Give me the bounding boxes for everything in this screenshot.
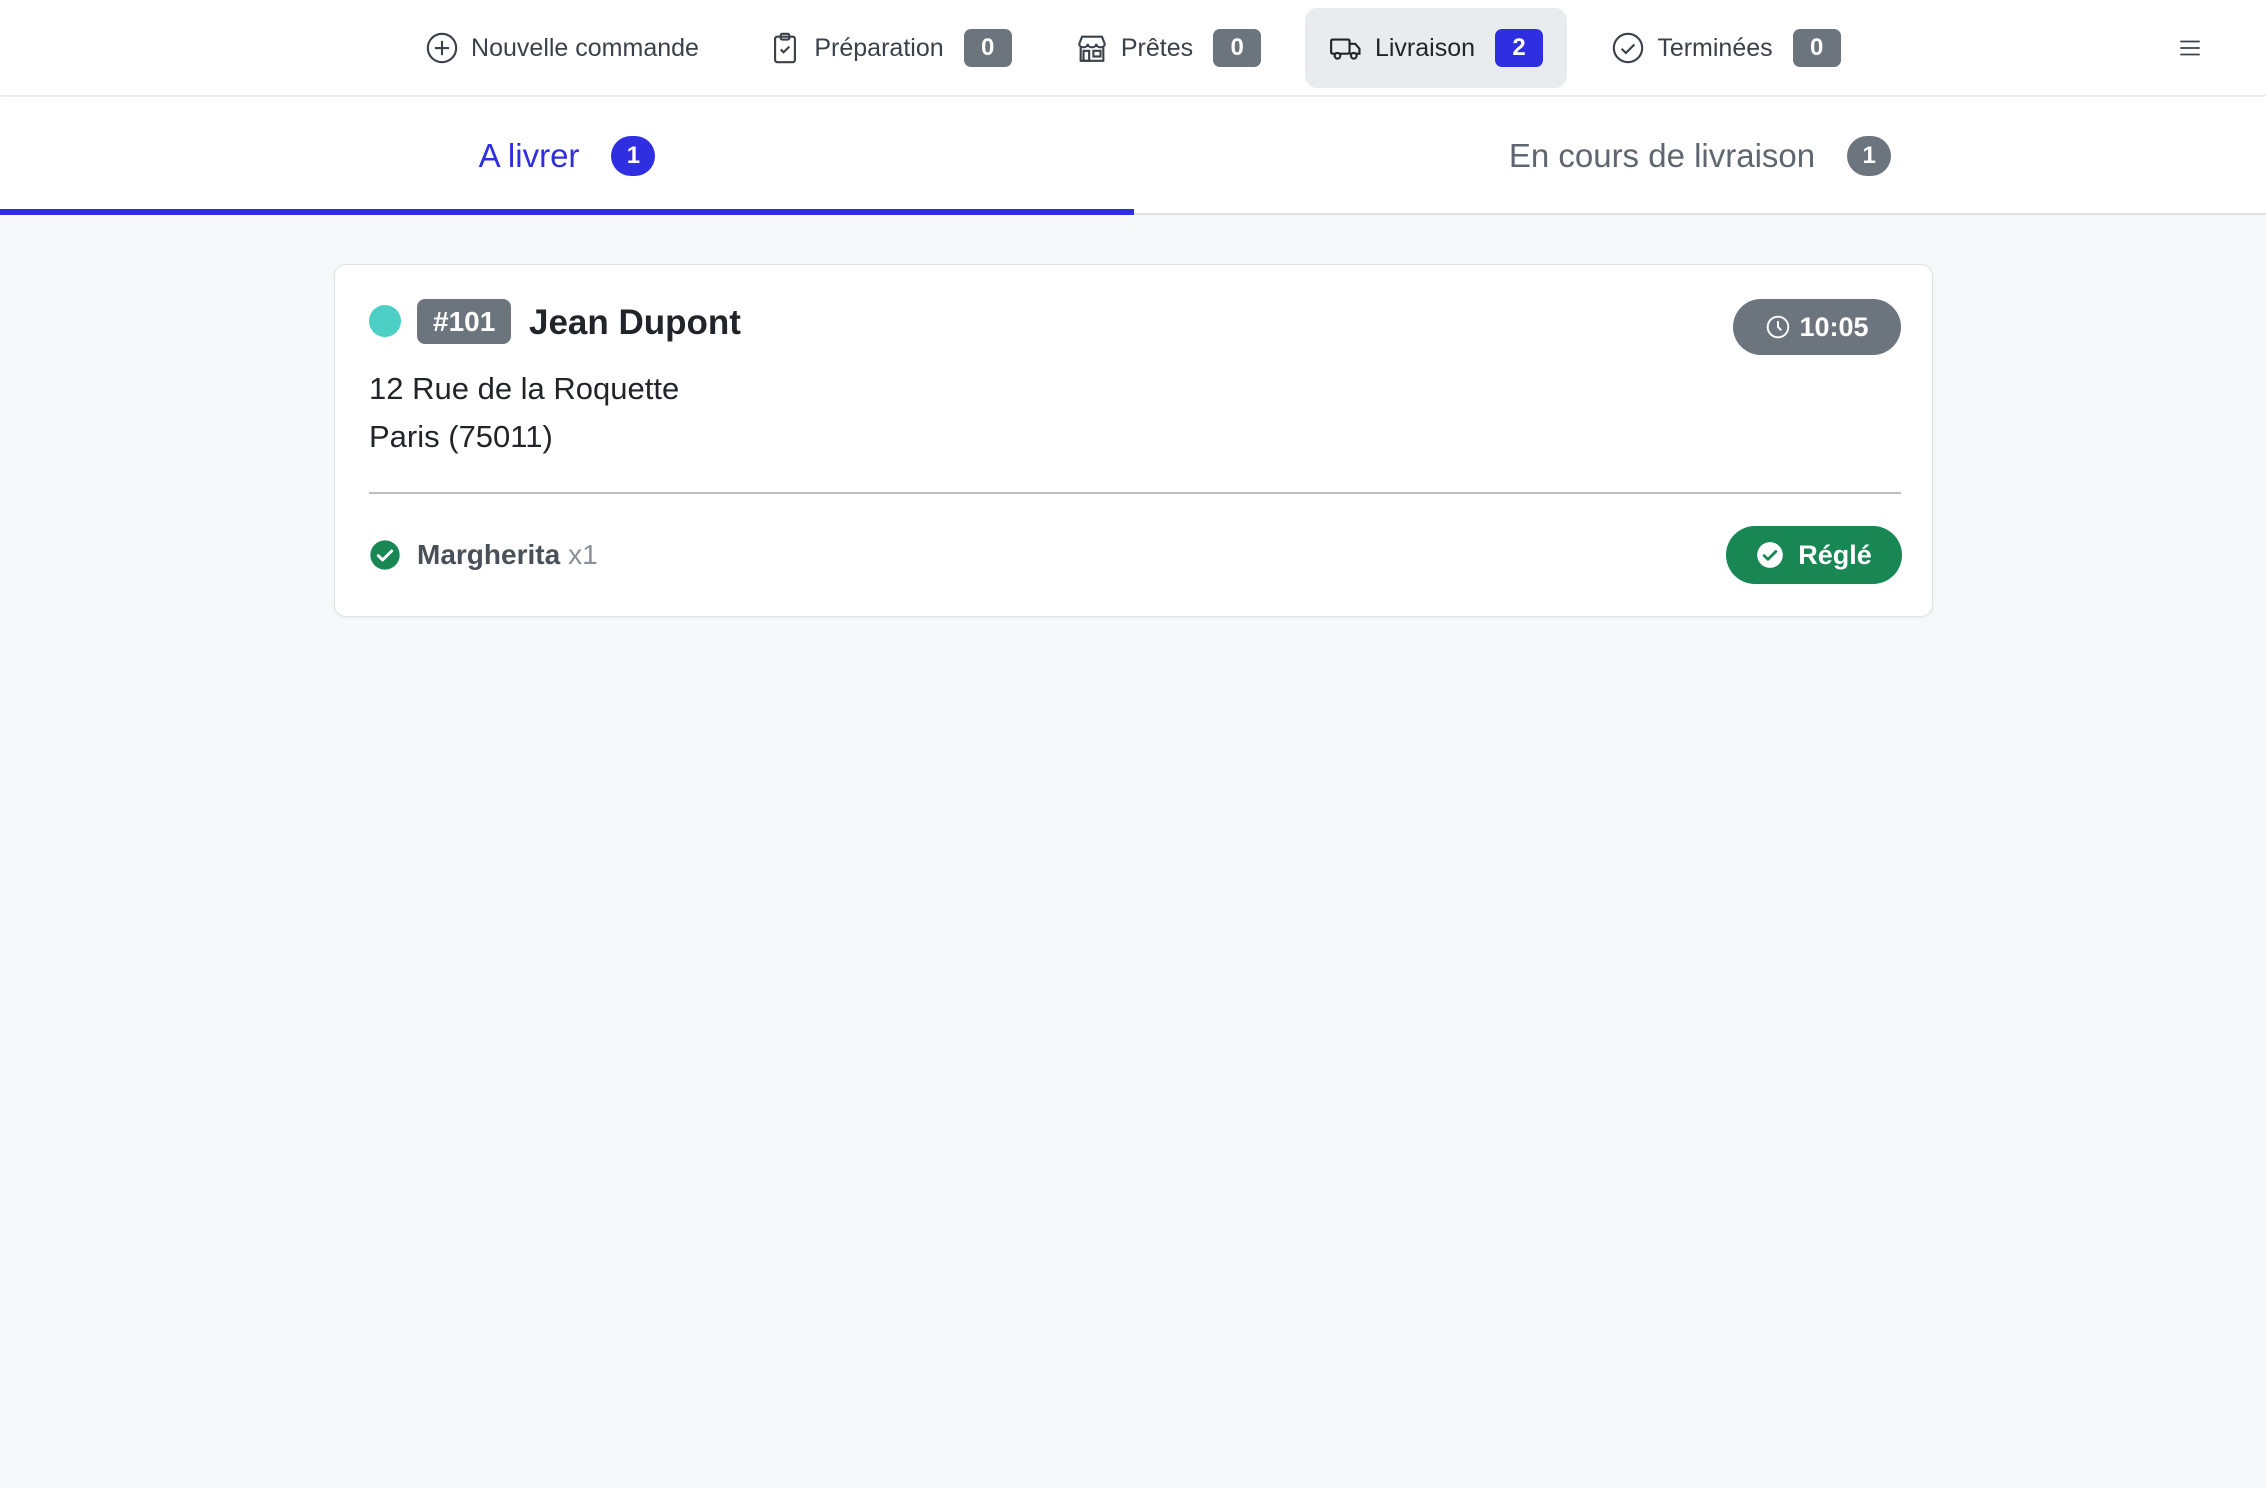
customer-name: Jean Dupont [529, 303, 741, 342]
order-time-badge: 10:05 [1733, 299, 1901, 355]
nav-preparation-label: Préparation [814, 33, 944, 62]
tab-to-deliver-label: A livrer [478, 137, 580, 174]
shop-icon [1075, 31, 1109, 65]
tab-to-deliver-count: 1 [611, 136, 656, 176]
nav-preparation[interactable]: Préparation 0 [760, 8, 1020, 88]
payment-status-label: Réglé [1798, 539, 1872, 570]
top-navigation: Nouvelle commande Préparation 0 Prêtes 0… [0, 0, 2266, 96]
nav-ready-label: Prêtes [1120, 33, 1194, 62]
nav-ready[interactable]: Prêtes 0 [1068, 8, 1268, 88]
payment-status-button[interactable]: Réglé [1726, 526, 1902, 584]
hamburger-menu-button[interactable] [2170, 28, 2210, 68]
truck-icon [1329, 31, 1363, 65]
nav-delivery-label: Livraison [1374, 33, 1476, 62]
check-circle-icon [1611, 31, 1645, 65]
item-quantity: x1 [568, 539, 598, 570]
tab-out-for-delivery[interactable]: En cours de livraison 1 [1134, 97, 2266, 215]
item-name: Margherita [417, 539, 561, 570]
nav-completed-label: Terminées [1657, 33, 1773, 62]
hamburger-menu-icon [2180, 40, 2200, 56]
nav-new-order[interactable]: Nouvelle commande [412, 8, 712, 88]
clock-icon [1767, 315, 1790, 339]
delivery-subtabs: A livrer 1 En cours de livraison 1 [0, 97, 2266, 215]
nav-completed[interactable]: Terminées 0 [1596, 8, 1856, 88]
nav-new-order-label: Nouvelle commande [471, 33, 699, 62]
order-card[interactable]: #101 Jean Dupont 10:05 12 Rue de la Roqu… [334, 264, 1933, 617]
nav-completed-count: 0 [1792, 29, 1841, 67]
order-number-badge: #101 [417, 299, 512, 344]
nav-ready-count: 0 [1213, 29, 1262, 67]
address-street: 12 Rue de la Roquette [369, 371, 680, 406]
tab-out-for-delivery-count: 1 [1847, 136, 1892, 176]
tab-to-deliver[interactable]: A livrer 1 [0, 97, 1134, 215]
check-circle-filled-icon [1757, 542, 1784, 568]
nav-delivery[interactable]: Livraison 2 [1305, 8, 1567, 88]
clipboard-check-icon [768, 31, 802, 65]
check-circle-filled-icon [370, 540, 400, 570]
active-tab-indicator [0, 209, 1134, 215]
card-divider [369, 492, 1901, 494]
tab-out-for-delivery-label: En cours de livraison [1508, 137, 1816, 174]
order-item: Margherita x1 [369, 535, 598, 575]
plus-circle-icon [425, 31, 459, 65]
nav-delivery-count: 2 [1495, 29, 1544, 67]
nav-preparation-count: 0 [963, 29, 1012, 67]
order-time: 10:05 [1799, 311, 1869, 342]
address-city: Paris (75011) [369, 419, 553, 454]
status-dot [369, 305, 401, 337]
